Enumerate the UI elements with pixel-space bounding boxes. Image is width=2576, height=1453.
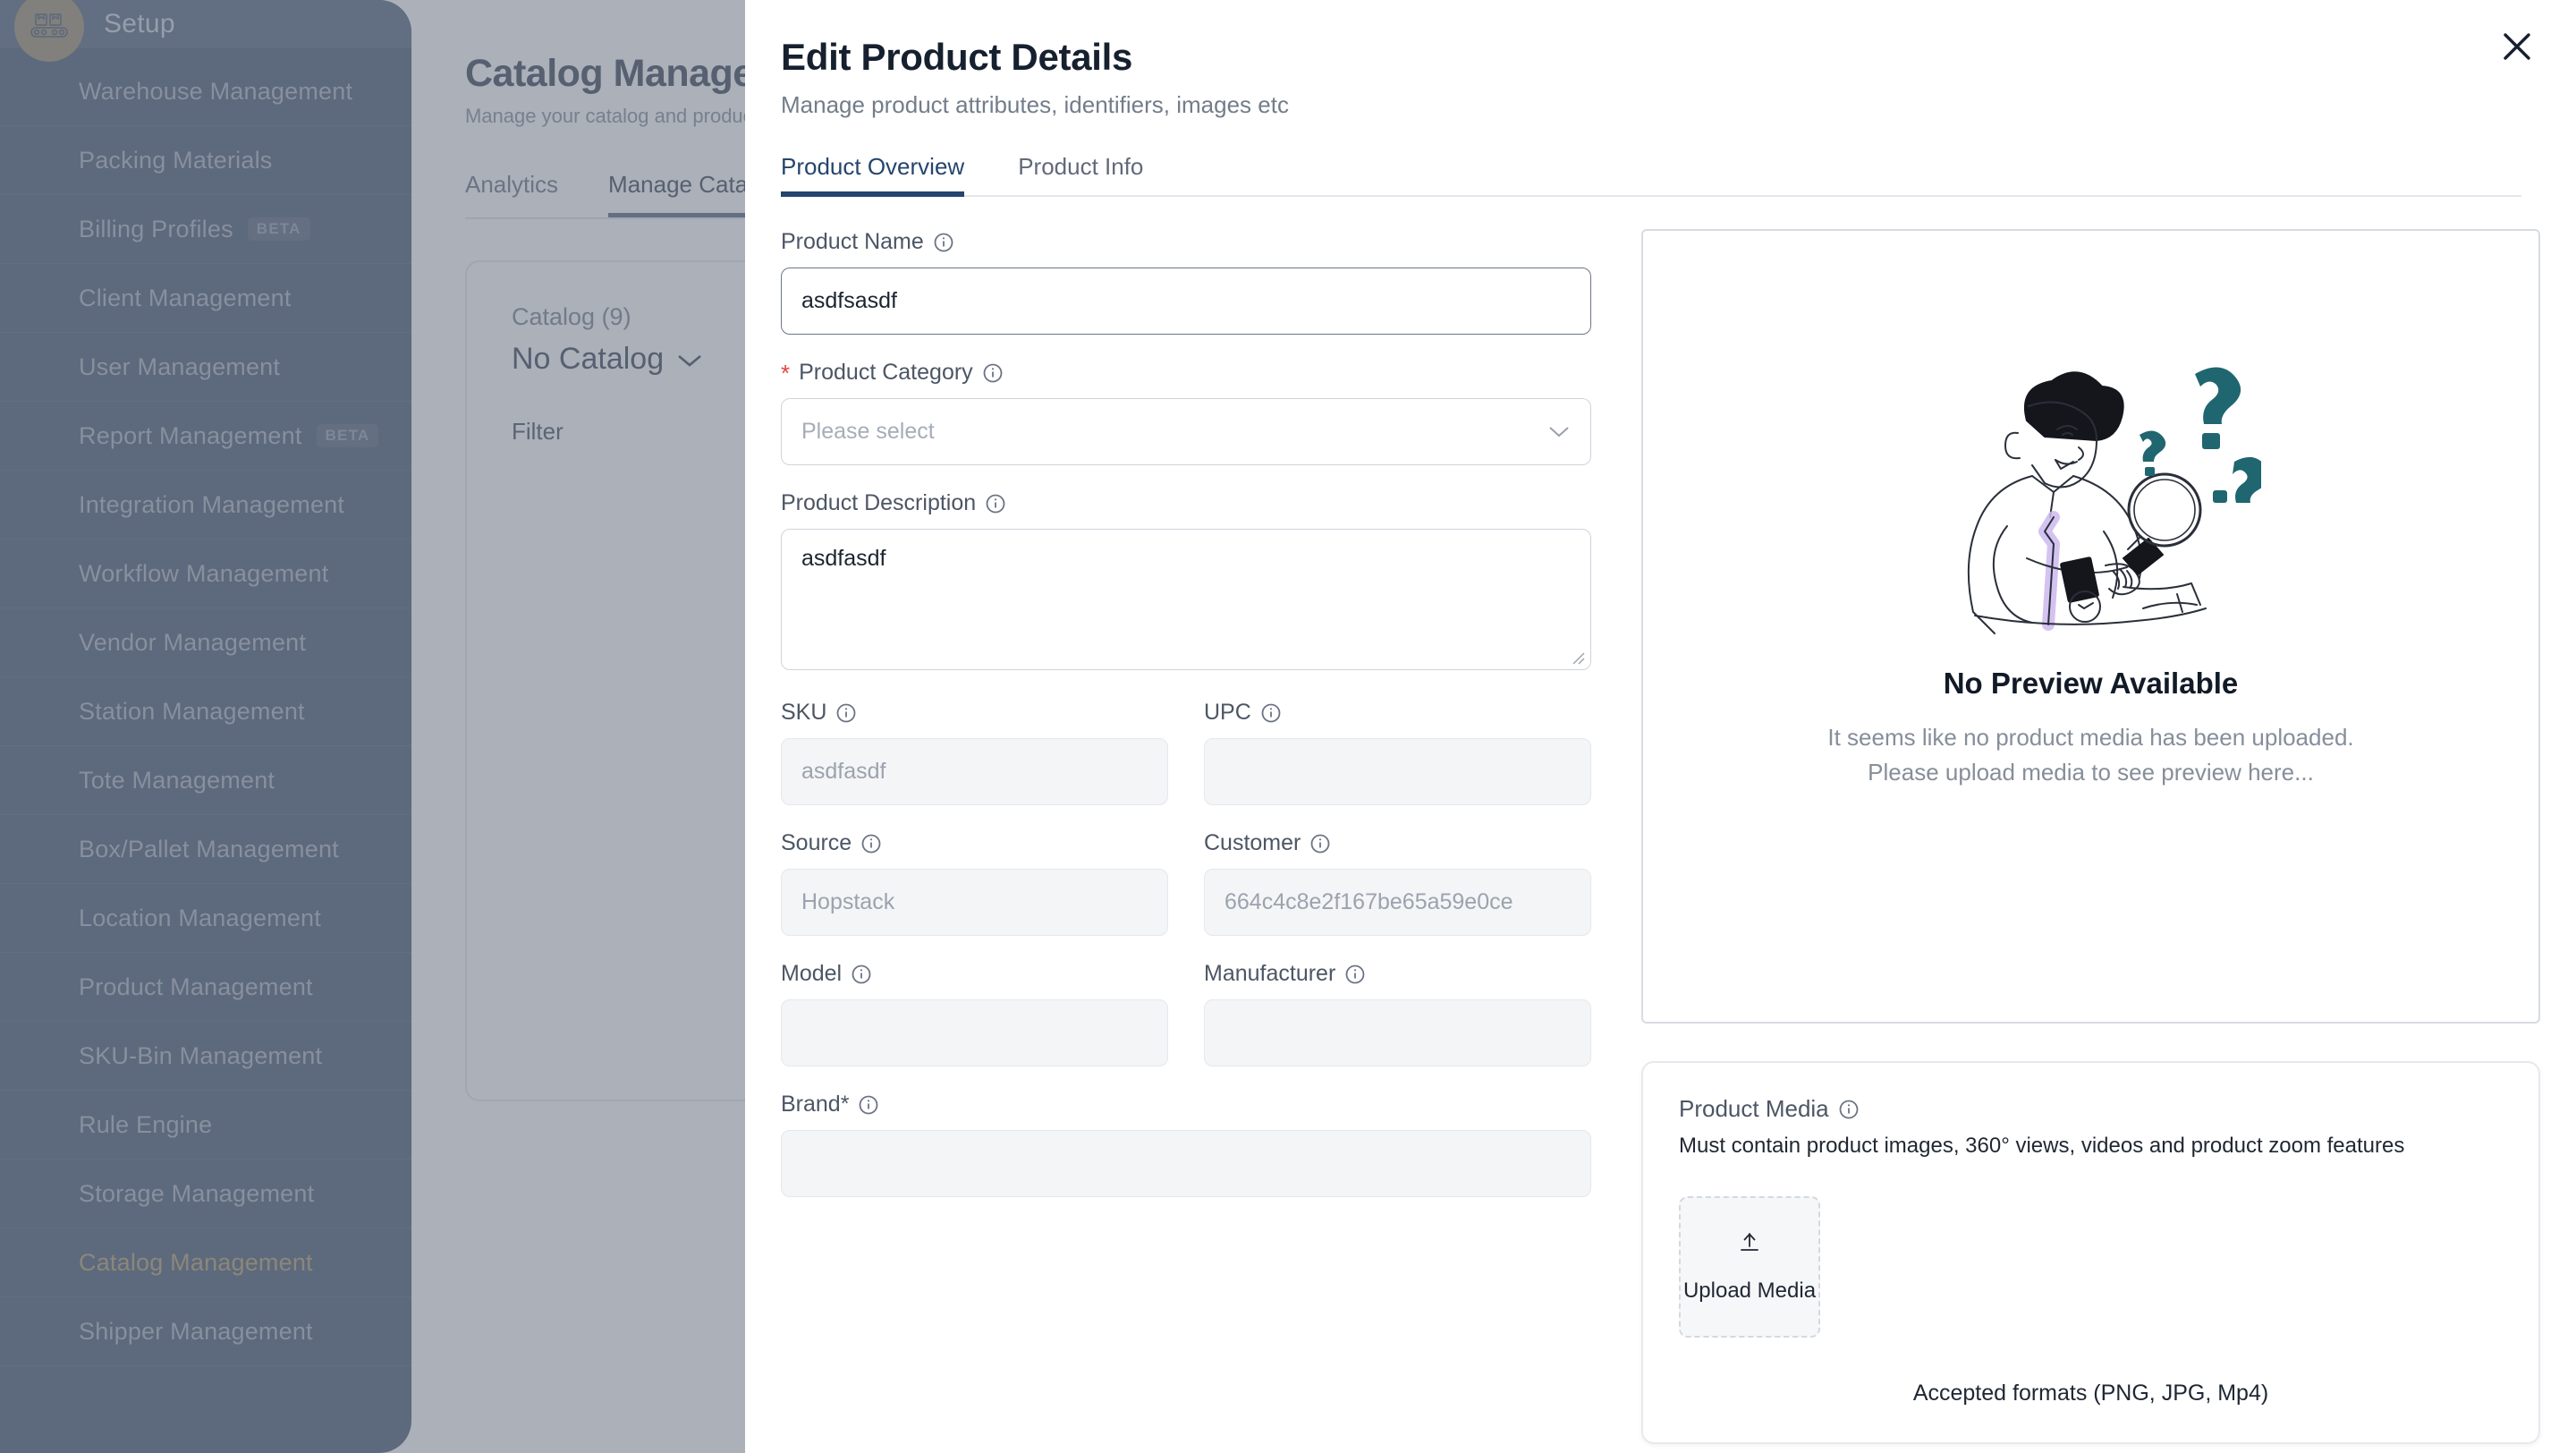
- tab-product-info[interactable]: Product Info: [1018, 153, 1143, 195]
- preview-description: It seems like no product media has been …: [1805, 720, 2377, 790]
- modal-tabs: Product Overview Product Info: [781, 153, 2521, 197]
- customer-input: 664c4c8e2f167be65a59e0ce: [1204, 869, 1591, 936]
- sku-label: SKU: [781, 700, 1168, 726]
- product-description-wrapper: [781, 529, 1591, 675]
- info-icon[interactable]: [933, 232, 954, 253]
- field-product-description: Product Description: [781, 490, 1591, 675]
- product-category-placeholder: Please select: [801, 419, 935, 445]
- field-manufacturer: Manufacturer: [1204, 961, 1591, 1066]
- source-input: Hopstack: [781, 869, 1168, 936]
- info-icon[interactable]: [835, 702, 857, 724]
- manufacturer-label: Manufacturer: [1204, 961, 1591, 987]
- field-source: Source Hopstack: [781, 830, 1168, 936]
- tab-product-overview[interactable]: Product Overview: [781, 153, 964, 195]
- modal-title: Edit Product Details: [781, 36, 2522, 79]
- brand-input: [781, 1130, 1591, 1197]
- product-media-card: Product Media Must contain product image…: [1641, 1061, 2540, 1444]
- source-placeholder: Hopstack: [801, 889, 894, 915]
- field-upc: UPC: [1204, 700, 1591, 805]
- product-media-description: Must contain product images, 360° views,…: [1679, 1134, 2503, 1159]
- product-name-label: Product Name: [781, 229, 1591, 255]
- accepted-formats-label: Accepted formats (PNG, JPG, Mp4): [1679, 1381, 2503, 1406]
- model-manufacturer-row: Model Manufacturer: [781, 961, 1591, 1092]
- modal-header: Edit Product Details Manage product attr…: [745, 0, 2576, 119]
- edit-product-details-modal: Edit Product Details Manage product attr…: [745, 0, 2576, 1453]
- info-icon[interactable]: [858, 1094, 879, 1116]
- info-icon[interactable]: [982, 362, 1004, 384]
- manufacturer-input: [1204, 999, 1591, 1066]
- sku-input: asdfasdf: [781, 738, 1168, 805]
- close-icon[interactable]: [2492, 21, 2542, 72]
- model-input: [781, 999, 1168, 1066]
- info-icon[interactable]: [1309, 833, 1331, 854]
- model-label: Model: [781, 961, 1168, 987]
- product-media-label: Product Media: [1679, 1095, 2503, 1123]
- sku-placeholder: asdfasdf: [801, 759, 886, 785]
- info-icon[interactable]: [985, 493, 1006, 514]
- info-icon[interactable]: [860, 833, 882, 854]
- man-with-magnifying-glass-illustration: [1921, 347, 2261, 647]
- modal-body: Product Name * Product Category: [745, 197, 2576, 1453]
- field-product-name: Product Name: [781, 229, 1591, 335]
- info-icon[interactable]: [851, 964, 872, 985]
- upload-media-label: Upload Media: [1683, 1279, 1816, 1304]
- brand-label: Brand*: [781, 1092, 1591, 1117]
- customer-label: Customer: [1204, 830, 1591, 856]
- upload-media-button[interactable]: Upload Media: [1679, 1196, 1820, 1338]
- product-description-label: Product Description: [781, 490, 1591, 516]
- required-asterisk: *: [781, 361, 790, 385]
- source-customer-row: Source Hopstack Customer: [781, 830, 1591, 961]
- preview-card: No Preview Available It seems like no pr…: [1641, 229, 2540, 1024]
- customer-placeholder: 664c4c8e2f167be65a59e0ce: [1224, 889, 1513, 915]
- info-icon[interactable]: [1838, 1099, 1860, 1120]
- preview-title: No Preview Available: [1944, 667, 2239, 701]
- chevron-down-icon: [1547, 419, 1571, 445]
- info-icon[interactable]: [1344, 964, 1366, 985]
- sku-upc-row: SKU asdfasdf UPC: [781, 700, 1591, 830]
- product-media-column: No Preview Available It seems like no pr…: [1641, 197, 2540, 1453]
- upc-input: [1204, 738, 1591, 805]
- product-description-textarea[interactable]: [781, 529, 1591, 670]
- field-model: Model: [781, 961, 1168, 1066]
- info-icon[interactable]: [1260, 702, 1282, 724]
- product-category-label: * Product Category: [781, 360, 1591, 386]
- field-customer: Customer 664c4c8e2f167be65a59e0ce: [1204, 830, 1591, 936]
- field-brand: Brand*: [781, 1092, 1591, 1197]
- product-category-select[interactable]: Please select: [781, 398, 1591, 465]
- field-sku: SKU asdfasdf: [781, 700, 1168, 805]
- product-name-input[interactable]: [781, 268, 1591, 335]
- product-form-column: Product Name * Product Category: [781, 197, 1591, 1453]
- field-product-category: * Product Category Please select: [781, 360, 1591, 465]
- source-label: Source: [781, 830, 1168, 856]
- upc-label: UPC: [1204, 700, 1591, 726]
- modal-subtitle: Manage product attributes, identifiers, …: [781, 91, 2522, 119]
- upload-icon: [1738, 1231, 1761, 1259]
